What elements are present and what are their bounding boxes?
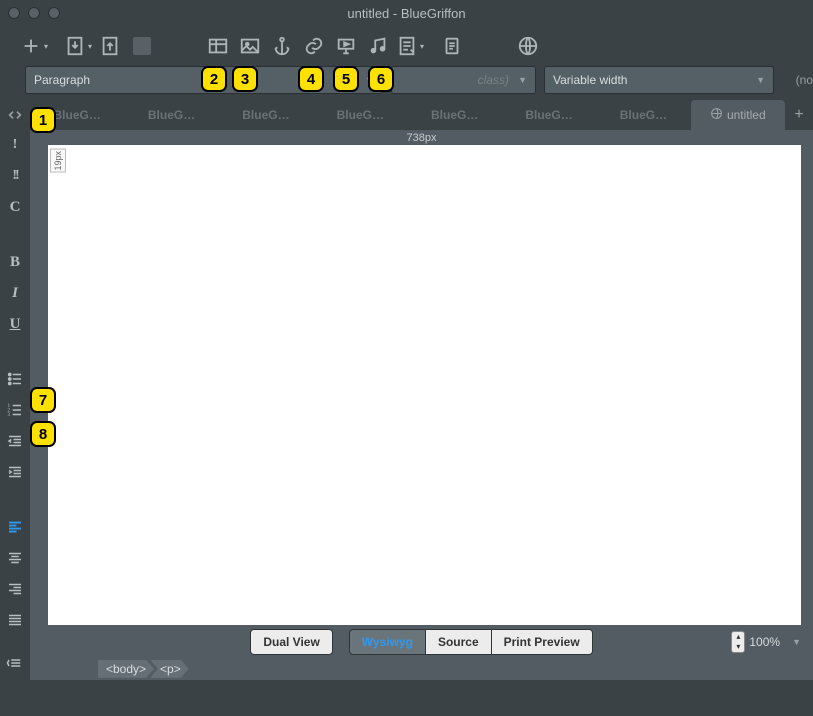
document-icon-button[interactable] xyxy=(438,32,466,60)
strong-emphasis-button[interactable]: !! xyxy=(3,167,27,186)
document-tab[interactable]: BlueG… xyxy=(408,100,502,130)
view-controls: Dual View Wysiwyg Source Print Preview ▴… xyxy=(30,625,813,657)
zoom-control: ▴ ▾ 100% ▼ xyxy=(731,631,801,653)
document-container: 738px 19px Dual View Wysiwyg Source Prin… xyxy=(30,130,813,680)
ruler-top: 738px xyxy=(30,130,813,145)
align-center-button[interactable] xyxy=(3,548,27,567)
training-badge-4: 4 xyxy=(298,66,324,92)
main-toolbar: ▾ ▾ ▾ xyxy=(0,26,813,66)
video-button[interactable] xyxy=(332,32,360,60)
page-width-label: 738px xyxy=(407,132,437,144)
window-title: untitled - BlueGriffon xyxy=(0,6,813,21)
training-badge-8: 8 xyxy=(30,421,56,447)
paragraph-select-value: Paragraph xyxy=(34,73,90,87)
ordered-list-button[interactable]: 123 xyxy=(3,401,27,420)
indent-button[interactable] xyxy=(3,462,27,481)
unordered-list-button[interactable] xyxy=(3,370,27,389)
link-button[interactable] xyxy=(300,32,328,60)
new-button[interactable]: ▾ xyxy=(20,32,48,60)
new-tab-button[interactable]: + xyxy=(785,106,813,124)
training-badge-5: 5 xyxy=(333,66,359,92)
form-button[interactable]: ▾ xyxy=(396,32,424,60)
anchor-button[interactable] xyxy=(268,32,296,60)
outdent-button[interactable] xyxy=(3,431,27,450)
print-preview-button[interactable]: Print Preview xyxy=(492,629,593,655)
document-tab-active[interactable]: untitled xyxy=(691,100,785,130)
editor-area: ! !! C B I U 123 xyxy=(0,130,813,680)
svg-text:3: 3 xyxy=(8,412,11,418)
document-tabs-row: BlueG… BlueG… BlueG… BlueG… BlueG… BlueG… xyxy=(0,100,813,130)
italic-button[interactable]: I xyxy=(3,284,27,303)
save-button[interactable] xyxy=(96,32,124,60)
zoom-dropdown-icon[interactable]: ▼ xyxy=(792,637,801,647)
training-badge-2: 2 xyxy=(201,66,227,92)
image-button[interactable] xyxy=(236,32,264,60)
document-tabs: BlueG… BlueG… BlueG… BlueG… BlueG… BlueG… xyxy=(30,100,785,130)
line-height-indicator: 19px xyxy=(50,149,66,173)
dual-view-button[interactable]: Dual View xyxy=(250,629,332,655)
align-right-button[interactable] xyxy=(3,579,27,598)
audio-button[interactable] xyxy=(364,32,392,60)
minimize-window-button[interactable] xyxy=(28,7,40,19)
format-dropdown-row: Paragraph ▼ class) ▼ Variable width ▼ (n… xyxy=(0,66,813,94)
document-page[interactable]: 19px xyxy=(48,145,801,625)
close-window-button[interactable] xyxy=(8,7,20,19)
maximize-window-button[interactable] xyxy=(48,7,60,19)
breadcrumb-p[interactable]: <p> xyxy=(150,660,189,678)
open-button[interactable]: ▾ xyxy=(64,32,92,60)
align-justify-button[interactable] xyxy=(3,610,27,629)
document-tab[interactable]: BlueG… xyxy=(124,100,218,130)
document-tab[interactable]: BlueG… xyxy=(313,100,407,130)
training-badge-6: 6 xyxy=(368,66,394,92)
window-controls xyxy=(8,7,60,19)
source-button[interactable]: Source xyxy=(426,629,492,655)
dom-breadcrumb: <body> <p> xyxy=(30,658,813,680)
training-badge-1: 1 xyxy=(30,107,56,133)
globe-icon xyxy=(710,107,723,123)
document-tab[interactable]: BlueG… xyxy=(219,100,313,130)
code-view-icon[interactable] xyxy=(6,106,24,124)
font-select-value: Variable width xyxy=(553,73,627,87)
underline-button[interactable]: U xyxy=(3,315,27,334)
ruler-left xyxy=(30,145,48,625)
bold-button[interactable]: B xyxy=(3,253,27,272)
zoom-up-icon[interactable]: ▴ xyxy=(732,632,744,642)
training-badge-7: 7 xyxy=(30,387,56,413)
zoom-down-icon[interactable]: ▾ xyxy=(732,642,744,652)
zoom-value: 100% xyxy=(749,635,780,649)
class-select[interactable]: class) ▼ xyxy=(391,66,536,94)
emphasis-button[interactable]: ! xyxy=(3,136,27,155)
class-select-placeholder: class) xyxy=(478,73,509,87)
document-tab[interactable]: BlueG… xyxy=(596,100,690,130)
document-tab[interactable]: BlueG… xyxy=(502,100,596,130)
titlebar: untitled - BlueGriffon xyxy=(0,0,813,26)
wysiwyg-button[interactable]: Wysiwyg xyxy=(349,629,426,655)
zoom-stepper[interactable]: ▴ ▾ xyxy=(731,631,745,653)
direction-button[interactable] xyxy=(3,653,27,672)
stop-button xyxy=(128,32,156,60)
format-sidebar: ! !! C B I U 123 xyxy=(0,130,30,680)
table-button[interactable] xyxy=(204,32,232,60)
case-button[interactable]: C xyxy=(3,198,27,217)
breadcrumb-body[interactable]: <body> xyxy=(98,660,154,678)
font-select[interactable]: Variable width ▼ xyxy=(544,66,774,94)
align-left-button[interactable] xyxy=(3,517,27,536)
browse-button[interactable] xyxy=(514,32,542,60)
training-badge-3: 3 xyxy=(232,66,258,92)
font-size-hint: (no xyxy=(782,66,813,94)
